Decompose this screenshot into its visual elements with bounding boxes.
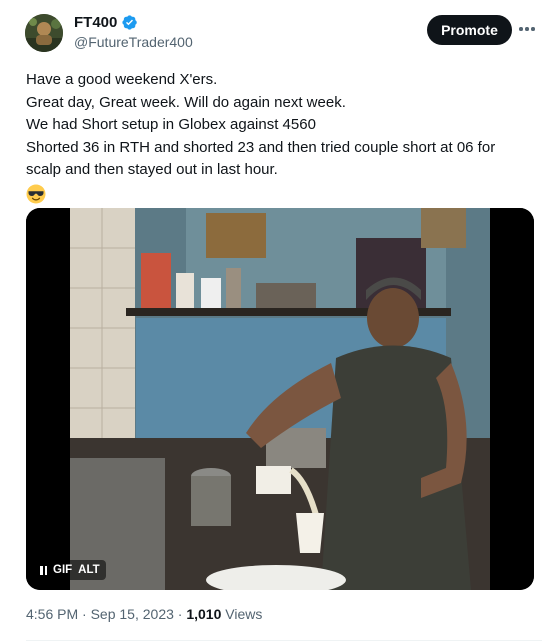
tweet-time[interactable]: 4:56 PM	[26, 606, 78, 622]
author-avatar[interactable]	[25, 14, 63, 52]
pause-icon[interactable]	[40, 565, 47, 575]
meta-separator: ·	[82, 606, 87, 622]
sunglasses-emoji-icon	[26, 184, 46, 203]
views-count: 1,010	[186, 606, 222, 622]
divider	[26, 640, 542, 641]
gif-badge[interactable]: GIF ALT	[34, 560, 106, 580]
tweet-text: Have a good weekend X'ers. Great day, Gr…	[26, 69, 531, 211]
meta-separator: ·	[177, 606, 183, 622]
author-display-name[interactable]: FT400	[74, 14, 117, 31]
tweet-media-gif[interactable]: GIF ALT	[26, 208, 534, 590]
more-dot	[519, 27, 523, 31]
views-label: Views	[225, 606, 263, 622]
tweet-date[interactable]: Sep 15, 2023	[91, 606, 174, 622]
more-dot	[525, 27, 529, 31]
tweet-metadata: 4:56 PM · Sep 15, 2023 · 1,010 Views	[26, 606, 262, 622]
more-dot	[531, 27, 535, 31]
more-horizontal-icon[interactable]	[518, 20, 536, 38]
author-handle[interactable]: @FutureTrader400	[74, 34, 193, 50]
promote-button[interactable]: Promote	[427, 15, 512, 45]
avatar-image	[25, 14, 63, 52]
tweet-line: Shorted 36 in RTH and shorted 23 and the…	[26, 138, 496, 156]
gif-frame-image	[26, 208, 534, 590]
author-name-row: FT400	[74, 14, 138, 31]
tweet-line: scalp and then stayed out in last hour.	[26, 161, 278, 178]
tweet-line: Great day, Great week. Will do again nex…	[26, 93, 346, 111]
tweet-line: Have a good weekend X'ers.	[26, 71, 218, 88]
tweet-line: We had Short setup in Globex against 456…	[26, 116, 316, 133]
verified-badge-icon[interactable]	[121, 14, 138, 31]
gif-label: GIF	[53, 564, 73, 576]
alt-label[interactable]: ALT	[78, 564, 100, 576]
